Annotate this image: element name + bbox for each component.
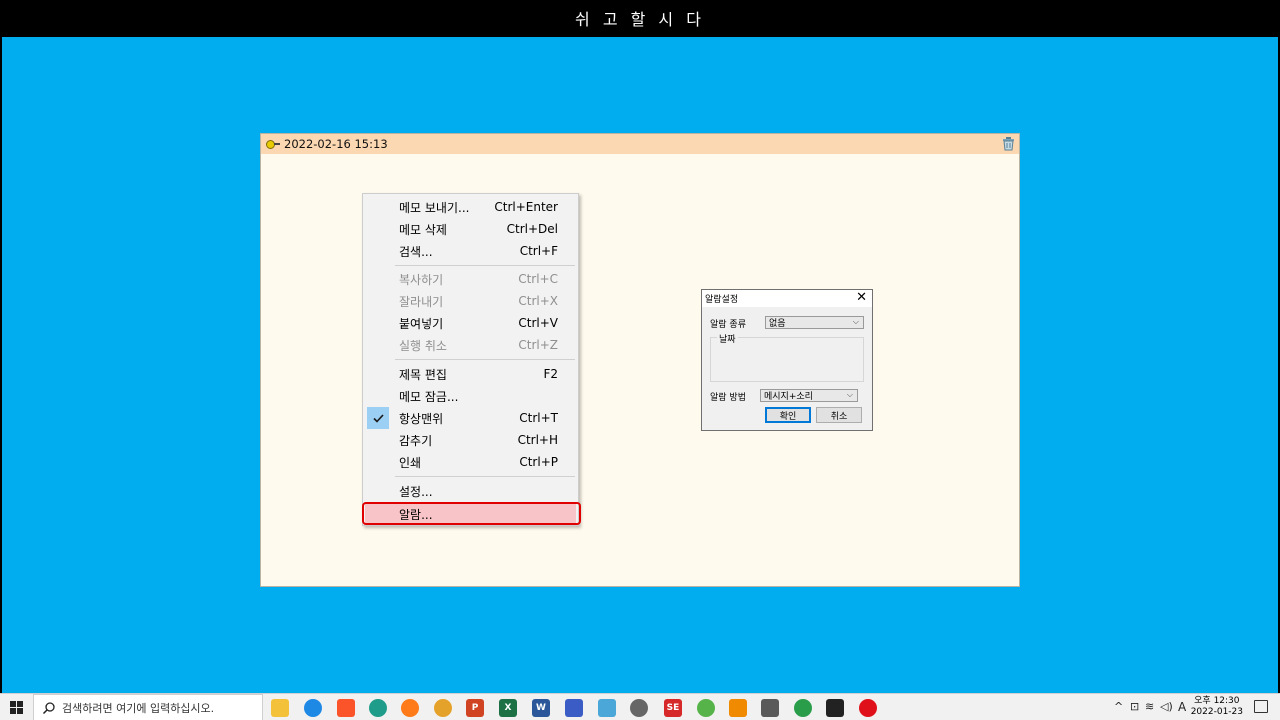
menu-item-always-on-top[interactable]: 항상맨위 Ctrl+T bbox=[365, 407, 576, 429]
menu-item-search[interactable]: 검색... Ctrl+F bbox=[365, 240, 576, 262]
menu-label: 항상맨위 bbox=[399, 411, 444, 426]
wifi-icon[interactable]: ≋ bbox=[1145, 700, 1154, 713]
clock-time: 오후 12:30 bbox=[1194, 696, 1240, 706]
chrome-beta-icon[interactable] bbox=[794, 699, 812, 717]
app-icon[interactable] bbox=[697, 699, 715, 717]
highlight-box bbox=[362, 502, 581, 525]
menu-shortcut: Ctrl+V bbox=[518, 316, 558, 330]
ime-indicator[interactable]: A bbox=[1178, 700, 1186, 714]
menu-label: 붙여넣기 bbox=[399, 316, 444, 331]
vlc-icon[interactable] bbox=[729, 699, 747, 717]
checkmark-icon bbox=[367, 407, 389, 429]
app-icon[interactable] bbox=[369, 699, 387, 717]
file-explorer-icon[interactable] bbox=[271, 699, 289, 717]
search-icon bbox=[42, 701, 55, 714]
menu-item-settings[interactable]: 설정... bbox=[365, 480, 576, 502]
menu-label: 잘라내기 bbox=[399, 294, 444, 309]
search-tool-icon[interactable] bbox=[630, 699, 648, 717]
word-icon[interactable]: W bbox=[532, 699, 550, 717]
sticky-notes-icon[interactable] bbox=[826, 699, 844, 717]
menu-shortcut: Ctrl+X bbox=[518, 294, 558, 308]
taskbar-search-box[interactable]: 검색하려면 여기에 입력하십시오. bbox=[33, 694, 263, 720]
menu-separator bbox=[395, 359, 575, 360]
menu-shortcut: Ctrl+T bbox=[519, 411, 558, 425]
brave-browser-icon[interactable] bbox=[337, 699, 355, 717]
menu-item-hide[interactable]: 감추기 Ctrl+H bbox=[365, 429, 576, 451]
menu-label: 제목 편집 bbox=[399, 367, 447, 382]
windows-start-icon[interactable] bbox=[10, 701, 23, 714]
cancel-button[interactable]: 취소 bbox=[816, 407, 862, 423]
menu-shortcut: F2 bbox=[543, 367, 558, 381]
menu-label: 인쇄 bbox=[399, 455, 422, 470]
trash-icon[interactable] bbox=[1001, 136, 1016, 151]
hwp-icon[interactable] bbox=[565, 699, 583, 717]
opera-icon[interactable] bbox=[859, 699, 877, 717]
menu-shortcut: Ctrl+Z bbox=[518, 338, 558, 352]
powerpoint-icon[interactable]: P bbox=[466, 699, 484, 717]
menu-shortcut: Ctrl+Del bbox=[506, 222, 558, 236]
close-icon[interactable]: ✕ bbox=[856, 291, 867, 305]
alarm-method-select[interactable]: 메시지+소리 ⌵ bbox=[760, 389, 858, 402]
menu-label: 설정... bbox=[399, 484, 433, 499]
menu-item-send-memo[interactable]: 메모 보내기... Ctrl+Enter bbox=[365, 196, 576, 218]
menu-shortcut: Ctrl+Enter bbox=[494, 200, 558, 214]
alarm-type-value: 없음 bbox=[769, 319, 786, 329]
menu-item-lock-memo[interactable]: 메모 잠금... bbox=[365, 385, 576, 407]
menu-label: 메모 삭제 bbox=[399, 222, 447, 237]
alarm-type-label: 알람 종류 bbox=[710, 320, 746, 330]
date-group: 날짜 bbox=[710, 332, 864, 382]
date-group-label: 날짜 bbox=[717, 332, 738, 345]
alarm-method-label: 알람 방법 bbox=[710, 393, 746, 403]
menu-separator bbox=[395, 265, 575, 266]
clock-date: 2022-01-23 bbox=[1190, 707, 1243, 717]
menu-shortcut: Ctrl+P bbox=[519, 455, 558, 469]
menu-shortcut: Ctrl+C bbox=[518, 272, 558, 286]
menu-separator bbox=[395, 476, 575, 477]
firefox-icon[interactable] bbox=[401, 699, 419, 717]
menu-label: 실행 취소 bbox=[399, 338, 447, 353]
calculator-icon[interactable] bbox=[761, 699, 779, 717]
remote-desktop-icon[interactable] bbox=[598, 699, 616, 717]
alarm-type-select[interactable]: 없음 ⌵ bbox=[765, 316, 864, 329]
memo-date: 2022-02-16 15:13 bbox=[284, 137, 388, 151]
alarm-method-value: 메시지+소리 bbox=[764, 392, 813, 402]
notification-icon[interactable] bbox=[1254, 700, 1268, 713]
chevron-down-icon: ⌵ bbox=[846, 390, 853, 399]
chrome-icon[interactable] bbox=[434, 699, 452, 717]
app-se-icon[interactable]: SE bbox=[664, 699, 682, 717]
alarm-dialog: 알람설정 ✕ 알람 종류 없음 ⌵ 날짜 알람 방법 메시지+소리 ⌵ 확인 취… bbox=[701, 289, 873, 431]
menu-label: 메모 잠금... bbox=[399, 389, 459, 404]
volume-icon[interactable]: ◁) bbox=[1160, 700, 1173, 713]
menu-item-undo[interactable]: 실행 취소 Ctrl+Z bbox=[365, 334, 576, 356]
search-placeholder: 검색하려면 여기에 입력하십시오. bbox=[62, 701, 215, 715]
dialog-titlebar[interactable]: 알람설정 ✕ bbox=[702, 290, 872, 307]
menu-label: 검색... bbox=[399, 244, 433, 259]
ok-button[interactable]: 확인 bbox=[765, 407, 811, 423]
menu-label: 메모 보내기... bbox=[399, 200, 470, 215]
taskbar: 검색하려면 여기에 입력하십시오. P X W SE ^ ⊡ ≋ ◁) A 오후… bbox=[0, 693, 1280, 720]
menu-shortcut: Ctrl+F bbox=[519, 244, 558, 258]
title-banner: 쉬 고 할 시 다 bbox=[0, 0, 1280, 36]
menu-item-print[interactable]: 인쇄 Ctrl+P bbox=[365, 451, 576, 473]
context-menu: 메모 보내기... Ctrl+Enter 메모 삭제 Ctrl+Del 검색..… bbox=[362, 193, 579, 526]
menu-label: 복사하기 bbox=[399, 272, 444, 287]
menu-item-edit-title[interactable]: 제목 편집 F2 bbox=[365, 363, 576, 385]
menu-shortcut: Ctrl+H bbox=[517, 433, 558, 447]
excel-icon[interactable]: X bbox=[499, 699, 517, 717]
memo-header[interactable]: 2022-02-16 15:13 bbox=[261, 134, 1019, 154]
menu-label: 감추기 bbox=[399, 433, 433, 448]
menu-item-copy[interactable]: 복사하기 Ctrl+C bbox=[365, 268, 576, 290]
taskbar-clock[interactable]: 오후 12:30 2022-01-23 bbox=[1191, 696, 1243, 718]
menu-item-paste[interactable]: 붙여넣기 Ctrl+V bbox=[365, 312, 576, 334]
dialog-title: 알람설정 bbox=[705, 295, 739, 305]
banner-title: 쉬 고 할 시 다 bbox=[575, 10, 705, 29]
chevron-down-icon: ⌵ bbox=[852, 317, 859, 326]
chevron-up-icon[interactable]: ^ bbox=[1114, 700, 1123, 713]
network-icon[interactable]: ⊡ bbox=[1130, 700, 1139, 713]
menu-item-delete-memo[interactable]: 메모 삭제 Ctrl+Del bbox=[365, 218, 576, 240]
pin-icon[interactable] bbox=[266, 138, 280, 150]
menu-item-cut[interactable]: 잘라내기 Ctrl+X bbox=[365, 290, 576, 312]
edge-browser-icon[interactable] bbox=[304, 699, 322, 717]
